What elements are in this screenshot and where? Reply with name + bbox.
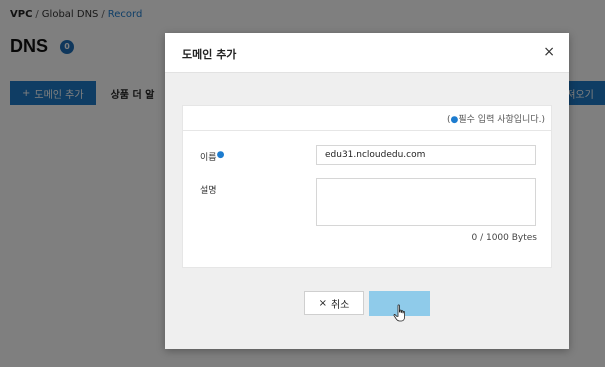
name-label-text: 이름 <box>200 153 217 163</box>
modal-header: 도메인 추가 × <box>165 33 569 73</box>
cancel-button[interactable]: × 취소 <box>304 291 364 315</box>
form-divider <box>183 130 551 131</box>
description-label: 설명 <box>200 186 217 196</box>
x-icon: × <box>318 297 327 309</box>
modal-title: 도메인 추가 <box>182 48 237 61</box>
close-icon[interactable]: × <box>543 45 555 59</box>
form-panel: (●필수 입력 사항입니다.) 이름● edu31.ncloudedu.com … <box>182 105 552 268</box>
name-label: 이름● <box>200 150 224 163</box>
required-dot-icon: ● <box>216 150 225 160</box>
add-domain-modal: 도메인 추가 × (●필수 입력 사항입니다.) 이름● edu31.nclou… <box>165 33 569 349</box>
cancel-label: 취소 <box>330 299 350 311</box>
required-note: (●필수 입력 사항입니다.) <box>447 112 545 125</box>
name-input[interactable]: edu31.ncloudedu.com <box>316 145 536 165</box>
hand-cursor-icon <box>393 304 405 322</box>
byte-counter: 0 / 1000 Bytes <box>471 233 537 243</box>
required-note-text: 필수 입력 사항입니다.) <box>458 115 545 125</box>
description-textarea[interactable] <box>316 178 536 226</box>
